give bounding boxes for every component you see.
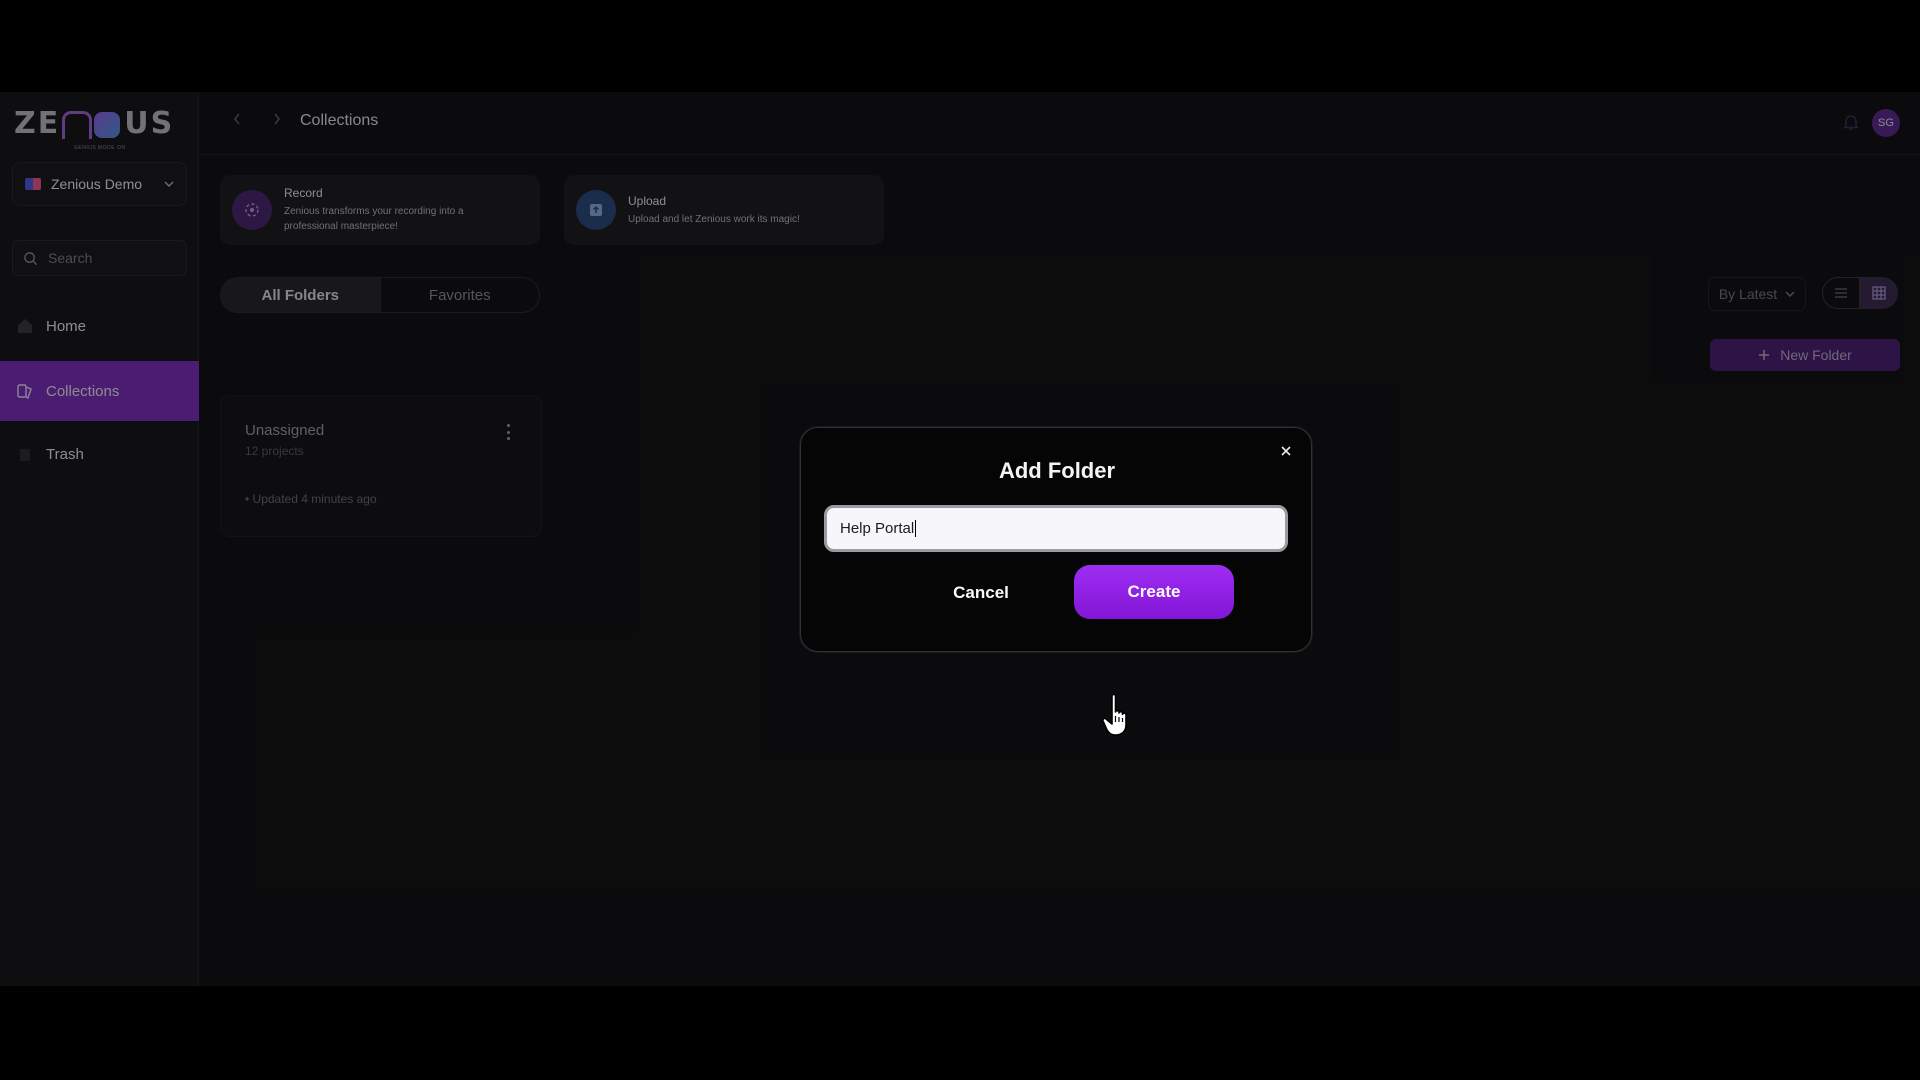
app-window: ZE US GENIUS MODE ON Zenious Demo Search… (0, 92, 1920, 986)
add-folder-dialog: Add Folder Help Portal Cancel Create (800, 427, 1312, 652)
cancel-button[interactable]: Cancel (911, 573, 1051, 613)
dialog-title: Add Folder (998, 458, 1116, 483)
text-caret (915, 520, 917, 537)
folder-name-value: Help Portal (840, 520, 915, 537)
close-icon[interactable] (1279, 444, 1293, 458)
letterbox-top (0, 0, 1920, 92)
hand-cursor-icon (1102, 693, 1127, 736)
create-button[interactable]: Create (1074, 565, 1234, 619)
letterbox-bottom (0, 986, 1920, 1080)
folder-name-input[interactable]: Help Portal (824, 505, 1288, 552)
